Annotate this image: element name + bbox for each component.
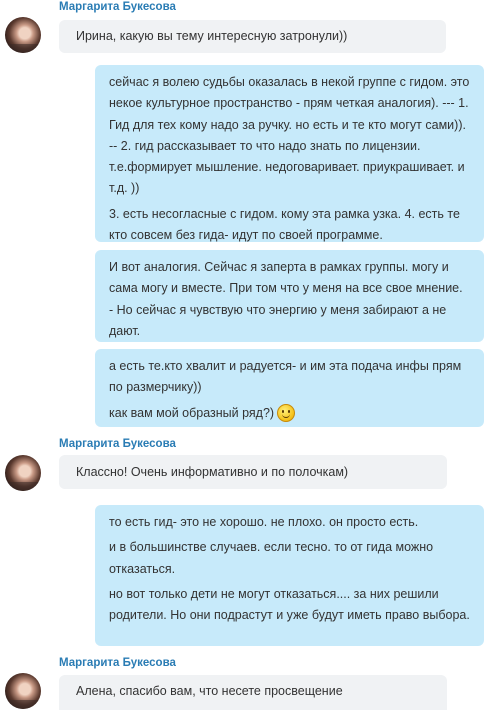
incoming-message: Ирина, какую вы тему интересную затронул… (59, 20, 446, 53)
message-text: Ирина, какую вы тему интересную затронул… (76, 29, 348, 43)
smile-icon (277, 404, 296, 423)
outgoing-message: И вот аналогия. Сейчас я заперта в рамка… (95, 250, 484, 342)
message-text: Алена, спасибо вам, что несете просвещен… (76, 684, 343, 698)
outgoing-message: сейчас я волею судьбы оказалась в некой … (95, 65, 484, 242)
incoming-message: Классно! Очень информативно и по полочка… (59, 455, 447, 489)
message-paragraph: 3. есть несогласные с гидом. кому эта ра… (109, 206, 460, 243)
message-paragraph: И вот аналогия. Сейчас я заперта в рамка… (109, 260, 463, 338)
message-paragraph: сейчас я волею судьбы оказалась в некой … (109, 75, 470, 196)
outgoing-message: то есть гид- это не хорошо. не плохо. он… (95, 505, 484, 646)
outgoing-message: а есть те.кто хвалит и радуется- и им эт… (95, 349, 484, 427)
sender-name[interactable]: Маргарита Букесова (59, 438, 176, 450)
message-paragraph: как вам мой образный ряд?) (109, 403, 470, 424)
message-paragraph: а есть те.кто хвалит и радуется- и им эт… (109, 359, 462, 395)
message-paragraph: и в большинстве случаев. если тесно. то … (109, 540, 434, 576)
incoming-message: Алена, спасибо вам, что несете просвещен… (59, 675, 447, 710)
avatar[interactable] (5, 17, 41, 53)
message-text: Классно! Очень информативно и по полочка… (76, 465, 349, 479)
message-text: как вам мой образный ряд?) (109, 405, 275, 420)
avatar[interactable] (5, 673, 41, 709)
sender-name[interactable]: Маргарита Букесова (59, 657, 176, 669)
message-paragraph: то есть гид- это не хорошо. не плохо. он… (109, 515, 419, 529)
sender-name[interactable]: Маргарита Букесова (59, 1, 176, 13)
avatar[interactable] (5, 455, 41, 491)
message-paragraph: но вот только дети не могут отказаться..… (109, 586, 470, 623)
